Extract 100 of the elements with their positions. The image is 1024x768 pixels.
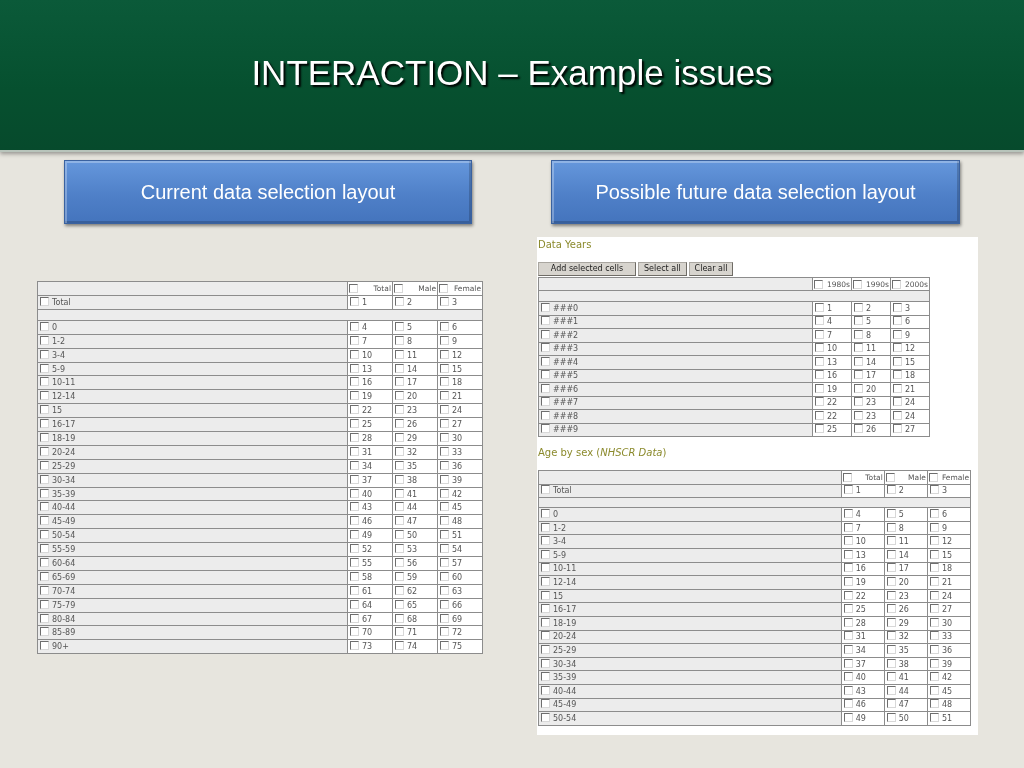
toolbar-button[interactable]: Add selected cells xyxy=(538,262,636,276)
checkbox[interactable] xyxy=(350,432,359,442)
checkbox[interactable] xyxy=(886,604,896,614)
checkbox[interactable] xyxy=(350,377,359,387)
checkbox[interactable] xyxy=(440,488,449,498)
checkbox[interactable] xyxy=(854,397,863,407)
checkbox[interactable] xyxy=(843,485,853,495)
checkbox[interactable] xyxy=(843,509,853,518)
checkbox[interactable] xyxy=(395,474,404,484)
checkbox[interactable] xyxy=(440,613,449,623)
checkbox[interactable] xyxy=(395,627,404,637)
checkbox[interactable] xyxy=(886,509,896,518)
checkbox[interactable] xyxy=(929,685,939,695)
checkbox[interactable] xyxy=(395,446,404,456)
checkbox[interactable] xyxy=(395,557,404,567)
checkbox[interactable] xyxy=(40,419,49,429)
checkbox[interactable] xyxy=(395,516,404,526)
checkbox[interactable] xyxy=(40,296,49,306)
checkbox[interactable] xyxy=(350,391,359,401)
toolbar-button[interactable]: Clear all xyxy=(688,262,734,276)
checkbox[interactable] xyxy=(815,316,824,326)
checkbox[interactable] xyxy=(843,522,853,532)
checkbox[interactable] xyxy=(843,712,853,722)
checkbox[interactable] xyxy=(395,502,404,512)
checkbox[interactable] xyxy=(541,410,550,420)
checkbox[interactable] xyxy=(929,658,939,668)
checkbox[interactable] xyxy=(842,472,852,482)
checkbox[interactable] xyxy=(929,617,939,627)
checkbox[interactable] xyxy=(395,585,404,595)
checkbox[interactable] xyxy=(40,460,49,470)
checkbox[interactable] xyxy=(541,617,550,627)
checkbox[interactable] xyxy=(843,576,853,586)
checkbox[interactable] xyxy=(350,627,359,637)
checkbox[interactable] xyxy=(440,571,449,581)
checkbox[interactable] xyxy=(843,685,853,695)
checkbox[interactable] xyxy=(892,279,901,289)
checkbox[interactable] xyxy=(440,446,449,456)
checkbox[interactable] xyxy=(395,571,404,581)
checkbox[interactable] xyxy=(440,557,449,567)
checkbox[interactable] xyxy=(40,405,49,415)
checkbox[interactable] xyxy=(854,370,863,380)
checkbox[interactable] xyxy=(440,599,449,609)
checkbox[interactable] xyxy=(854,329,863,339)
checkbox[interactable] xyxy=(395,432,404,442)
checkbox[interactable] xyxy=(350,405,359,415)
checkbox[interactable] xyxy=(40,488,49,498)
checkbox[interactable] xyxy=(440,585,449,595)
checkbox[interactable] xyxy=(395,321,404,331)
checkbox[interactable] xyxy=(395,641,404,651)
checkbox[interactable] xyxy=(843,699,853,709)
checkbox[interactable] xyxy=(395,363,404,373)
checkbox[interactable] xyxy=(929,576,939,586)
checkbox[interactable] xyxy=(395,296,404,306)
checkbox[interactable] xyxy=(395,530,404,540)
checkbox[interactable] xyxy=(843,617,853,627)
checkbox[interactable] xyxy=(929,509,939,518)
checkbox[interactable] xyxy=(843,672,853,682)
checkbox[interactable] xyxy=(893,424,902,434)
checkbox[interactable] xyxy=(541,397,550,407)
checkbox[interactable] xyxy=(40,544,49,554)
checkbox[interactable] xyxy=(350,460,359,470)
checkbox[interactable] xyxy=(886,644,896,654)
checkbox[interactable] xyxy=(886,576,896,586)
checkbox[interactable] xyxy=(395,349,404,359)
checkbox[interactable] xyxy=(541,424,550,434)
checkbox[interactable] xyxy=(541,699,550,709)
checkbox[interactable] xyxy=(440,296,449,306)
checkbox[interactable] xyxy=(893,329,902,339)
checkbox[interactable] xyxy=(40,502,49,512)
checkbox[interactable] xyxy=(541,658,550,668)
checkbox[interactable] xyxy=(893,383,902,393)
checkbox[interactable] xyxy=(541,672,550,682)
checkbox[interactable] xyxy=(350,557,359,567)
checkbox[interactable] xyxy=(886,712,896,722)
checkbox[interactable] xyxy=(350,544,359,554)
checkbox[interactable] xyxy=(350,641,359,651)
checkbox[interactable] xyxy=(350,516,359,526)
checkbox[interactable] xyxy=(350,613,359,623)
checkbox[interactable] xyxy=(440,391,449,401)
checkbox[interactable] xyxy=(541,509,550,518)
checkbox[interactable] xyxy=(40,585,49,595)
checkbox[interactable] xyxy=(395,391,404,401)
checkbox[interactable] xyxy=(350,335,359,345)
checkbox[interactable] xyxy=(350,321,359,331)
checkbox[interactable] xyxy=(929,549,939,559)
checkbox[interactable] xyxy=(928,472,938,482)
checkbox[interactable] xyxy=(854,383,863,393)
checkbox[interactable] xyxy=(350,419,359,429)
checkbox[interactable] xyxy=(440,544,449,554)
checkbox[interactable] xyxy=(929,604,939,614)
checkbox[interactable] xyxy=(893,343,902,353)
checkbox[interactable] xyxy=(40,321,49,331)
checkbox[interactable] xyxy=(440,349,449,359)
checkbox[interactable] xyxy=(40,349,49,359)
checkbox[interactable] xyxy=(843,604,853,614)
checkbox[interactable] xyxy=(395,544,404,554)
checkbox[interactable] xyxy=(541,563,550,573)
checkbox[interactable] xyxy=(440,321,449,331)
checkbox[interactable] xyxy=(893,356,902,366)
checkbox[interactable] xyxy=(395,377,404,387)
